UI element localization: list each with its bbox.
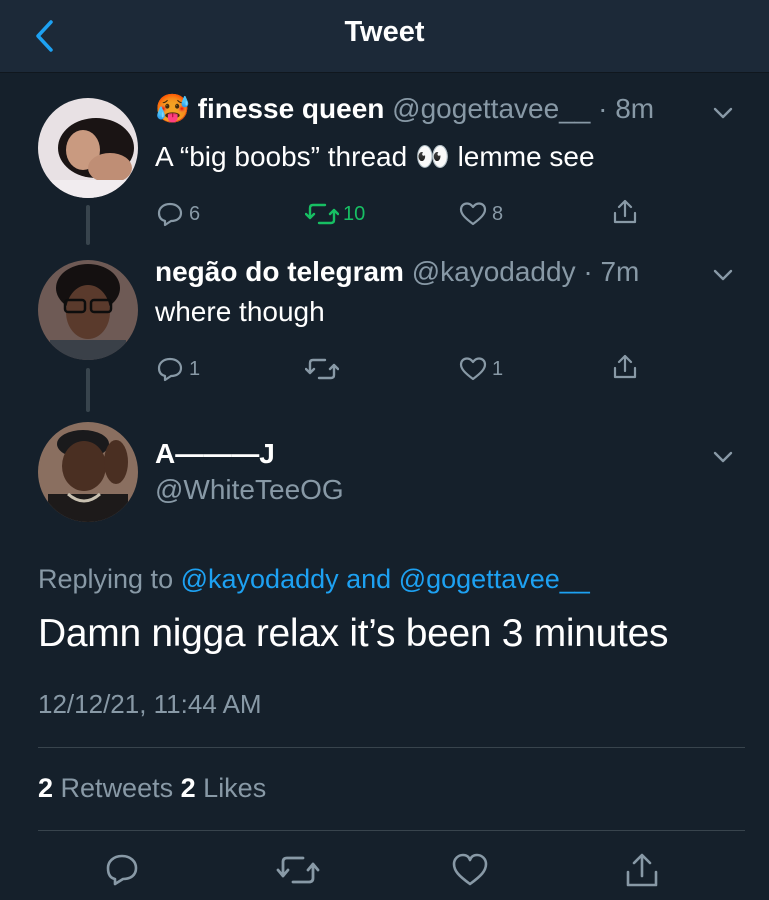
- like-count: 8: [492, 202, 504, 225]
- time-ago: · 7m: [583, 256, 640, 287]
- retweets-label: Retweets: [60, 773, 174, 803]
- like-button[interactable]: 1: [458, 352, 503, 386]
- reply-icon: [157, 202, 183, 227]
- reply-icon[interactable]: [102, 850, 142, 890]
- mention-link[interactable]: @gogettavee__: [399, 564, 590, 594]
- share-icon[interactable]: [610, 352, 640, 382]
- retweet-icon[interactable]: [276, 850, 320, 890]
- chevron-down-icon[interactable]: [710, 262, 736, 288]
- retweet-button[interactable]: 10: [305, 197, 365, 231]
- engagement-stats: 2 Retweets 2 Likes: [38, 773, 266, 804]
- share-icon[interactable]: [610, 197, 640, 227]
- display-name[interactable]: A———J: [155, 438, 275, 469]
- replying-prefix: Replying to: [38, 564, 174, 594]
- retweets-stat[interactable]: 2 Retweets: [38, 773, 173, 803]
- timestamp: 12/12/21, 11:44 AM: [38, 689, 262, 719]
- like-count: 1: [492, 357, 504, 380]
- emoji-icon: 🥵: [155, 93, 190, 124]
- main-author-name: A———J: [155, 438, 275, 470]
- likes-label: Likes: [203, 773, 267, 803]
- avatar[interactable]: [38, 98, 138, 198]
- replying-to: Replying to @kayodaddy and @gogettavee__: [38, 564, 590, 595]
- divider: [38, 830, 745, 831]
- reply-count: 1: [189, 357, 201, 380]
- tweet-text: where though: [155, 296, 325, 327]
- avatar[interactable]: [38, 260, 138, 360]
- user-handle[interactable]: @kayodaddy: [412, 256, 576, 287]
- chevron-down-icon[interactable]: [710, 100, 736, 126]
- like-total: 2: [180, 773, 196, 803]
- retweet-icon: [305, 203, 339, 225]
- chevron-down-icon[interactable]: [710, 444, 736, 470]
- page-title: Tweet: [344, 16, 425, 48]
- user-handle[interactable]: @gogettavee__: [392, 93, 590, 124]
- reply-count: 6: [189, 202, 201, 225]
- display-name[interactable]: negão do telegram: [155, 256, 404, 287]
- like-button[interactable]: 8: [458, 197, 503, 231]
- avatar[interactable]: [38, 422, 138, 522]
- reply-icon: [157, 357, 183, 382]
- retweet-count: 10: [343, 202, 366, 225]
- tweet-text: A “big boobs” thread 👀 lemme see: [155, 141, 595, 172]
- top-bar: Tweet: [0, 0, 769, 73]
- display-name[interactable]: finesse queen: [198, 93, 385, 124]
- thread-connector: [86, 368, 90, 412]
- main-tweet-text: Damn nigga relax it’s been 3 minutes: [38, 612, 669, 655]
- heart-icon: [459, 202, 487, 226]
- heart-icon[interactable]: [450, 850, 490, 890]
- likes-stat[interactable]: 2 Likes: [181, 773, 267, 803]
- replying-and[interactable]: and: [346, 564, 391, 594]
- mention-link[interactable]: @kayodaddy: [181, 564, 339, 594]
- share-icon[interactable]: [622, 850, 662, 890]
- heart-icon: [459, 357, 487, 381]
- tweet-header: negão do telegram @kayodaddy · 7m: [155, 256, 639, 288]
- thread-connector: [86, 205, 90, 245]
- reply-button[interactable]: 1: [155, 352, 200, 386]
- divider: [38, 747, 745, 748]
- user-handle[interactable]: @WhiteTeeOG: [155, 474, 344, 506]
- reply-button[interactable]: 6: [155, 197, 200, 231]
- time-ago: · 8m: [598, 93, 655, 124]
- retweet-icon: [305, 358, 339, 380]
- tweet-header: 🥵 finesse queen @gogettavee__ · 8m: [155, 92, 654, 125]
- retweet-button[interactable]: [305, 352, 343, 386]
- retweet-total: 2: [38, 773, 54, 803]
